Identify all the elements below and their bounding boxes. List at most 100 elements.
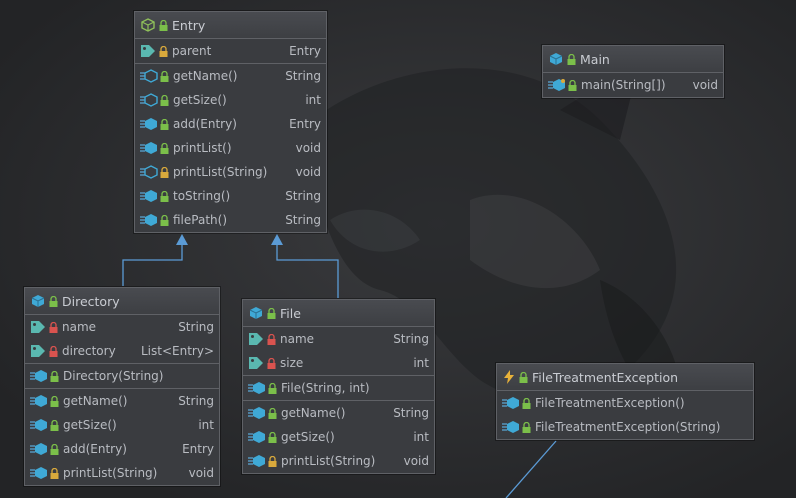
field-tag-icon xyxy=(248,356,264,370)
class-icon xyxy=(31,294,45,308)
class-main-title: Main xyxy=(580,51,610,67)
field-tag-icon xyxy=(30,344,46,358)
static-method-icon xyxy=(548,78,566,92)
directory-method-row[interactable]: getSize() int xyxy=(25,413,219,437)
class-exception-title: FileTreatmentException xyxy=(532,369,679,385)
entry-method-row[interactable]: add(Entry) Entry xyxy=(135,112,326,136)
exception-constructors: FileTreatmentException() FileTreatmentEx… xyxy=(497,391,753,439)
constructor-name: FileTreatmentException(String) xyxy=(535,420,721,434)
file-method-row[interactable]: getName() String xyxy=(243,401,434,425)
lock-public-icon xyxy=(568,79,577,91)
method-icon xyxy=(248,430,266,444)
field-type: int xyxy=(413,356,429,370)
method-icon xyxy=(30,466,48,480)
abstract-method-icon xyxy=(140,165,158,179)
lock-protected-icon xyxy=(268,455,277,467)
entry-method-row[interactable]: toString() String xyxy=(135,184,326,208)
directory-constructor-row[interactable]: Directory(String) xyxy=(25,364,219,388)
lock-public-icon xyxy=(50,395,59,407)
method-name: printList(String) xyxy=(63,466,158,480)
class-directory[interactable]: Directory name String directory List<Ent… xyxy=(24,287,220,486)
entry-field-row[interactable]: parent Entry xyxy=(135,39,326,63)
field-name: name xyxy=(280,332,315,346)
file-methods: getName() String getSize() int printList… xyxy=(243,401,434,473)
entry-method-row[interactable]: printList(String) void xyxy=(135,160,326,184)
constructor-name: FileTreatmentException() xyxy=(535,396,685,410)
method-name: add(Entry) xyxy=(173,117,237,131)
lock-public-icon xyxy=(268,382,277,394)
lock-public-icon xyxy=(50,419,59,431)
class-exception-header[interactable]: FileTreatmentException xyxy=(497,364,753,391)
lock-public-icon xyxy=(160,190,169,202)
lock-public-icon xyxy=(567,53,576,65)
class-file[interactable]: File name String size int File(String, i… xyxy=(242,299,435,474)
lock-public-icon xyxy=(160,214,169,226)
entry-method-row[interactable]: filePath() String xyxy=(135,208,326,232)
method-type: String xyxy=(178,394,214,408)
field-type: Entry xyxy=(289,44,321,58)
lightning-exception-icon xyxy=(503,370,515,384)
constructor-name: Directory(String) xyxy=(63,369,164,383)
lock-public-icon xyxy=(160,94,169,106)
method-icon xyxy=(30,394,48,408)
directory-field-row[interactable]: directory List<Entry> xyxy=(25,339,219,363)
class-directory-header[interactable]: Directory xyxy=(25,288,219,315)
class-file-header[interactable]: File xyxy=(243,300,434,327)
class-file-treatment-exception[interactable]: FileTreatmentException FileTreatmentExce… xyxy=(496,363,754,440)
method-name: getName() xyxy=(281,406,346,420)
file-method-row[interactable]: printList(String) void xyxy=(243,449,434,473)
method-type: void xyxy=(403,454,429,468)
method-name: printList(String) xyxy=(173,165,268,179)
method-type: int xyxy=(198,418,214,432)
exception-constructor-row[interactable]: FileTreatmentException(String) xyxy=(497,415,753,439)
exception-constructor-row[interactable]: FileTreatmentException() xyxy=(497,391,753,415)
method-name: printList() xyxy=(173,141,232,155)
field-tag-icon xyxy=(140,44,156,58)
class-entry[interactable]: Entry parent Entry getName() String getS… xyxy=(134,11,327,233)
lock-private-icon xyxy=(49,321,58,333)
class-entry-title: Entry xyxy=(172,17,206,33)
directory-field-row[interactable]: name String xyxy=(25,315,219,339)
method-type: int xyxy=(305,93,321,107)
directory-method-row[interactable]: add(Entry) Entry xyxy=(25,437,219,461)
entry-method-row[interactable]: getSize() int xyxy=(135,88,326,112)
field-type: List<Entry> xyxy=(140,344,214,358)
class-main-header[interactable]: Main xyxy=(543,46,723,73)
method-type: void xyxy=(188,466,214,480)
file-field-row[interactable]: name String xyxy=(243,327,434,351)
lock-public-icon xyxy=(519,371,528,383)
file-constructor-row[interactable]: File(String, int) xyxy=(243,376,434,400)
method-icon xyxy=(248,406,266,420)
directory-method-row[interactable]: getName() String xyxy=(25,389,219,413)
entry-method-row[interactable]: printList() void xyxy=(135,136,326,160)
class-icon xyxy=(249,306,263,320)
entry-fields: parent Entry xyxy=(135,39,326,64)
main-method-row[interactable]: main(String[]) void xyxy=(543,73,723,97)
method-icon xyxy=(140,213,158,227)
lock-public-icon xyxy=(160,142,169,154)
lock-public-icon xyxy=(522,421,531,433)
file-fields: name String size int xyxy=(243,327,434,376)
lock-protected-icon xyxy=(159,45,168,57)
method-name: toString() xyxy=(173,189,231,203)
entry-method-row[interactable]: getName() String xyxy=(135,64,326,88)
lock-public-icon xyxy=(50,443,59,455)
directory-constructors: Directory(String) xyxy=(25,364,219,389)
file-method-row[interactable]: getSize() int xyxy=(243,425,434,449)
method-type: String xyxy=(285,213,321,227)
directory-method-row[interactable]: printList(String) void xyxy=(25,461,219,485)
method-icon xyxy=(30,418,48,432)
lock-protected-icon xyxy=(50,467,59,479)
directory-methods: getName() String getSize() int add(Entry… xyxy=(25,389,219,485)
method-name: add(Entry) xyxy=(63,442,127,456)
lock-private-icon xyxy=(49,345,58,357)
method-name: getSize() xyxy=(63,418,117,432)
lock-public-icon xyxy=(267,307,276,319)
class-entry-header[interactable]: Entry xyxy=(135,12,326,39)
abstract-method-icon xyxy=(140,93,158,107)
file-field-row[interactable]: size int xyxy=(243,351,434,375)
lock-public-icon xyxy=(160,118,169,130)
field-name: name xyxy=(62,320,97,334)
method-name: printList(String) xyxy=(281,454,376,468)
class-main[interactable]: Main main(String[]) void xyxy=(542,45,724,98)
